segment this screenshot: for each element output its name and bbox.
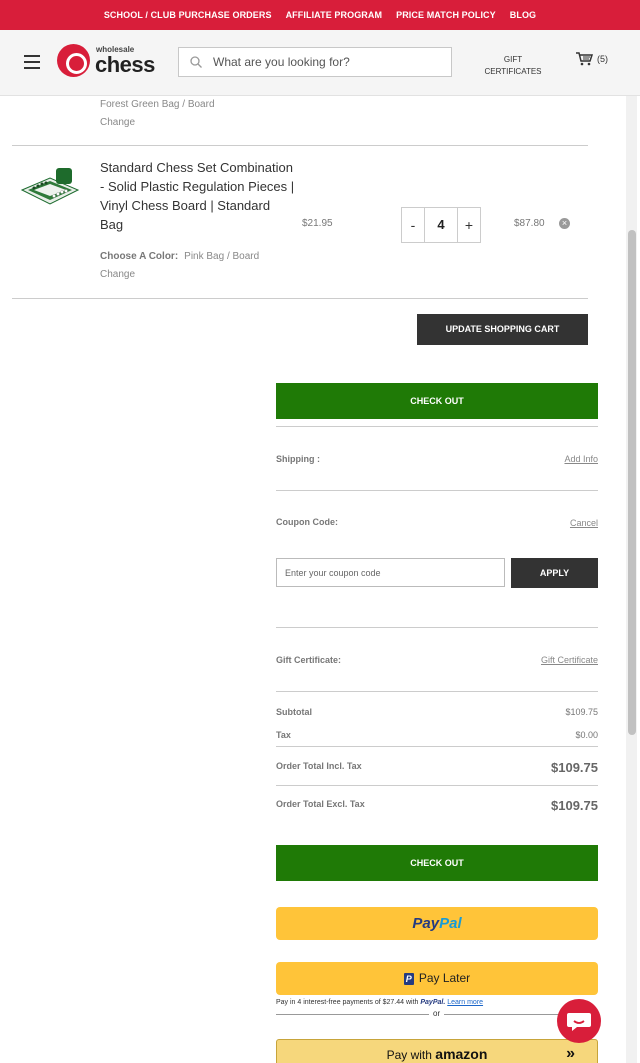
totals-divider — [276, 691, 598, 692]
checkout-button-bottom[interactable]: CHECK OUT — [276, 845, 598, 881]
paypal-logo-part1: Pay — [412, 915, 440, 932]
unit-price: $21.95 — [302, 218, 333, 229]
option-value-line-1: Pink Bag / Board — [184, 251, 260, 262]
paypal-logo: PayPal — [412, 915, 461, 932]
search-box — [178, 47, 452, 77]
cart-item: Standard Chess Set Combination - Solid P… — [12, 146, 588, 298]
site-header: wholesale chess GIFT CERTIFICATES (5) — [0, 30, 640, 96]
tax-label: Tax — [276, 730, 291, 740]
remove-item-icon[interactable]: × — [559, 218, 570, 229]
quantity-stepper: - 4 + — [401, 207, 481, 243]
blog-link[interactable]: BLOG — [510, 10, 536, 20]
pay-in-4-brand: PayPal. — [420, 999, 446, 1006]
apply-coupon-button[interactable]: APPLY — [511, 558, 598, 588]
paypal-logo-part2: Pal — [439, 915, 462, 932]
gift-certificate-label: Gift Certificate: — [276, 655, 342, 665]
price-match-link[interactable]: PRICE MATCH POLICY — [396, 10, 496, 20]
option-label: Choose A Color: — [100, 251, 179, 262]
search-icon[interactable] — [189, 55, 203, 69]
item-divider — [12, 298, 588, 299]
totals-divider — [276, 746, 598, 747]
cart-link[interactable]: (5) — [576, 52, 608, 66]
chat-icon — [567, 1013, 591, 1031]
previous-option-line-1: Forest Green Bag / Board — [100, 99, 215, 110]
affiliate-program-link[interactable]: AFFILIATE PROGRAM — [286, 10, 383, 20]
coupon-label: Coupon Code: — [276, 517, 338, 527]
previous-option-line-2: Change — [100, 117, 136, 128]
pay-in-4-message: Pay in 4 interest-free payments of $27.4… — [276, 999, 483, 1006]
page-scrollbar-thumb[interactable] — [628, 230, 636, 735]
gift-line-1: GIFT — [503, 55, 523, 64]
or-text: or — [429, 1009, 445, 1018]
logo-mark-icon — [57, 44, 90, 77]
gift-line-2: CERTIFICATES — [484, 67, 542, 76]
coupon-input[interactable] — [276, 558, 505, 587]
gift-certificates-link[interactable]: GIFT CERTIFICATES — [478, 54, 548, 78]
pay-in-4-text: Pay in 4 interest-free payments of $27.4… — [276, 999, 419, 1006]
purchase-orders-link[interactable]: SCHOOL / CLUB PURCHASE ORDERS — [104, 10, 272, 20]
product-image[interactable] — [20, 164, 80, 208]
learn-more-link[interactable]: Learn more — [447, 999, 483, 1006]
gift-certificate-link[interactable]: Gift Certificate — [541, 655, 598, 665]
shipping-add-info-link[interactable]: Add Info — [564, 454, 598, 464]
pay-later-label: Pay Later — [418, 971, 471, 985]
menu-icon[interactable] — [24, 55, 40, 69]
logo-text-big: chess — [95, 51, 155, 77]
tax-value: $0.00 — [575, 730, 598, 740]
site-logo[interactable]: wholesale chess — [57, 44, 155, 77]
totals-divider — [276, 490, 598, 491]
amazon-pay-label: Pay with amazon — [386, 1046, 488, 1062]
total-incl-tax-value: $109.75 — [551, 760, 598, 775]
totals-divider — [276, 627, 598, 628]
coupon-cancel-link[interactable]: Cancel — [570, 518, 598, 528]
product-name[interactable]: Standard Chess Set Combination - Solid P… — [100, 158, 295, 234]
qty-increase-button[interactable]: + — [458, 208, 480, 242]
amazon-chevron-icon: » — [566, 1045, 575, 1062]
subtotal-label: Subtotal — [276, 707, 312, 717]
paypal-badge-icon: P — [403, 972, 414, 985]
amazon-pay-button[interactable]: Pay with amazon » — [276, 1039, 598, 1063]
search-input[interactable] — [213, 55, 443, 69]
cart-count: (5) — [597, 54, 608, 64]
totals-divider — [276, 426, 598, 427]
checkout-button-top[interactable]: CHECK OUT — [276, 383, 598, 419]
amazon-prefix: Pay with — [386, 1048, 432, 1062]
paypal-pay-later-button[interactable]: P Pay Later — [276, 962, 598, 995]
chat-bubble-button[interactable] — [557, 999, 601, 1043]
previous-item-option: Forest Green Bag / Board Change — [100, 96, 215, 132]
total-excl-tax-label: Order Total Excl. Tax — [276, 799, 365, 809]
amazon-brand: amazon — [435, 1046, 488, 1062]
update-cart-button[interactable]: UPDATE SHOPPING CART — [417, 314, 588, 345]
cart-icon — [576, 52, 593, 66]
total-incl-tax-label: Order Total Incl. Tax — [276, 761, 362, 771]
qty-value[interactable]: 4 — [424, 208, 458, 242]
qty-decrease-button[interactable]: - — [402, 208, 424, 242]
product-option: Choose A Color: Pink Bag / Board Change — [100, 248, 280, 284]
totals-divider — [276, 785, 598, 786]
paypal-button[interactable]: PayPal — [276, 907, 598, 940]
top-links-bar: SCHOOL / CLUB PURCHASE ORDERS AFFILIATE … — [0, 0, 640, 30]
option-change-link[interactable]: Change — [100, 269, 135, 280]
line-total: $87.80 — [514, 218, 545, 229]
total-excl-tax-value: $109.75 — [551, 798, 598, 813]
shipping-label: Shipping : — [276, 454, 320, 464]
subtotal-value: $109.75 — [565, 707, 598, 717]
